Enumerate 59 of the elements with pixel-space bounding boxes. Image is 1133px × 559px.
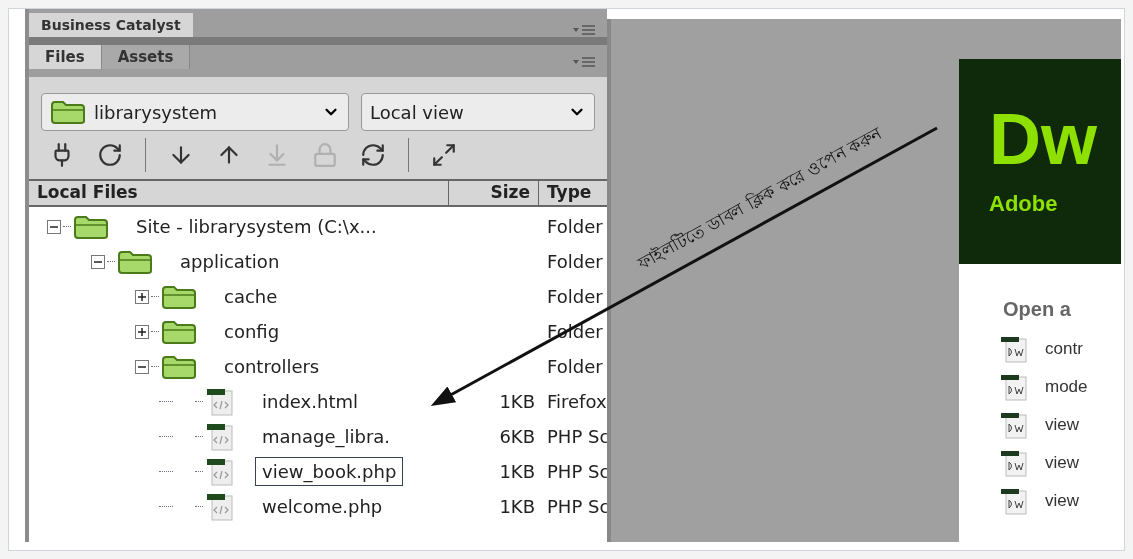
folder-name[interactable]: application: [173, 247, 287, 276]
recent-file-link[interactable]: view: [1045, 488, 1079, 514]
folder-icon: [161, 318, 197, 345]
folder-name[interactable]: controllers: [217, 352, 327, 381]
view-dropdown[interactable]: Local view: [361, 93, 595, 131]
size-cell: 6KB: [499, 426, 535, 447]
column-header[interactable]: Size: [449, 181, 539, 205]
collapse-icon[interactable]: [91, 254, 105, 269]
file-name[interactable]: view_book.php: [255, 457, 404, 486]
folder-name[interactable]: config: [217, 317, 287, 346]
refresh-icon[interactable]: [97, 142, 123, 168]
product-logo: Dw: [989, 103, 1098, 175]
folder-icon: [50, 99, 86, 125]
collapse-icon[interactable]: [47, 219, 61, 234]
code-file-icon: [205, 456, 235, 487]
code-file-icon: [205, 491, 235, 522]
column-header[interactable]: Type: [539, 181, 607, 205]
size-cell: 1KB: [499, 461, 535, 482]
brand-name: Adobe: [989, 190, 1059, 218]
folder-name[interactable]: Site - librarysystem (C:\x...: [129, 212, 384, 241]
type-cell: Folder: [547, 251, 603, 272]
dw-file-icon: [999, 410, 1029, 440]
dw-file-icon: [999, 486, 1029, 516]
expand-toggle-icon[interactable]: [135, 289, 149, 304]
sync-icon[interactable]: [360, 142, 386, 168]
file-name[interactable]: welcome.php: [255, 492, 390, 521]
code-file-icon: [205, 386, 235, 417]
column-header[interactable]: Local Files: [29, 181, 449, 205]
code-file-icon: [205, 421, 235, 452]
expand-icon[interactable]: [431, 142, 457, 168]
file-name[interactable]: manage_libra.: [255, 422, 398, 451]
folder-icon: [161, 283, 197, 310]
size-cell: 1KB: [499, 391, 535, 412]
folder-name[interactable]: cache: [217, 282, 285, 311]
type-cell: Folder: [547, 286, 603, 307]
recent-file-link[interactable]: mode: [1045, 374, 1088, 400]
panel-tab[interactable]: Files: [29, 45, 102, 69]
site-dropdown[interactable]: librarysystem: [41, 93, 349, 131]
folder-icon: [161, 353, 197, 380]
recent-file-link[interactable]: contr: [1045, 336, 1083, 362]
type-cell: Folder: [547, 356, 603, 377]
recent-file-link[interactable]: view: [1045, 412, 1079, 438]
expand-toggle-icon[interactable]: [135, 324, 149, 339]
type-cell: Firefox: [547, 391, 607, 412]
file-name[interactable]: index.html: [255, 387, 365, 416]
folder-icon: [73, 213, 109, 240]
recent-file-link[interactable]: view: [1045, 450, 1079, 476]
dw-file-icon: [999, 334, 1029, 364]
panel-group-tab[interactable]: Business Catalyst: [29, 13, 193, 37]
panel-menu-icon[interactable]: [573, 57, 595, 69]
folder-icon: [117, 248, 153, 275]
dw-file-icon: [999, 372, 1029, 402]
size-cell: 1KB: [499, 496, 535, 517]
panel-tab[interactable]: Assets: [101, 45, 191, 69]
collapse-icon[interactable]: [135, 359, 149, 374]
dw-file-icon: [999, 448, 1029, 478]
section-heading: Open a: [1003, 297, 1072, 322]
type-cell: Folder: [547, 216, 603, 237]
panel-menu-icon[interactable]: [573, 25, 595, 37]
